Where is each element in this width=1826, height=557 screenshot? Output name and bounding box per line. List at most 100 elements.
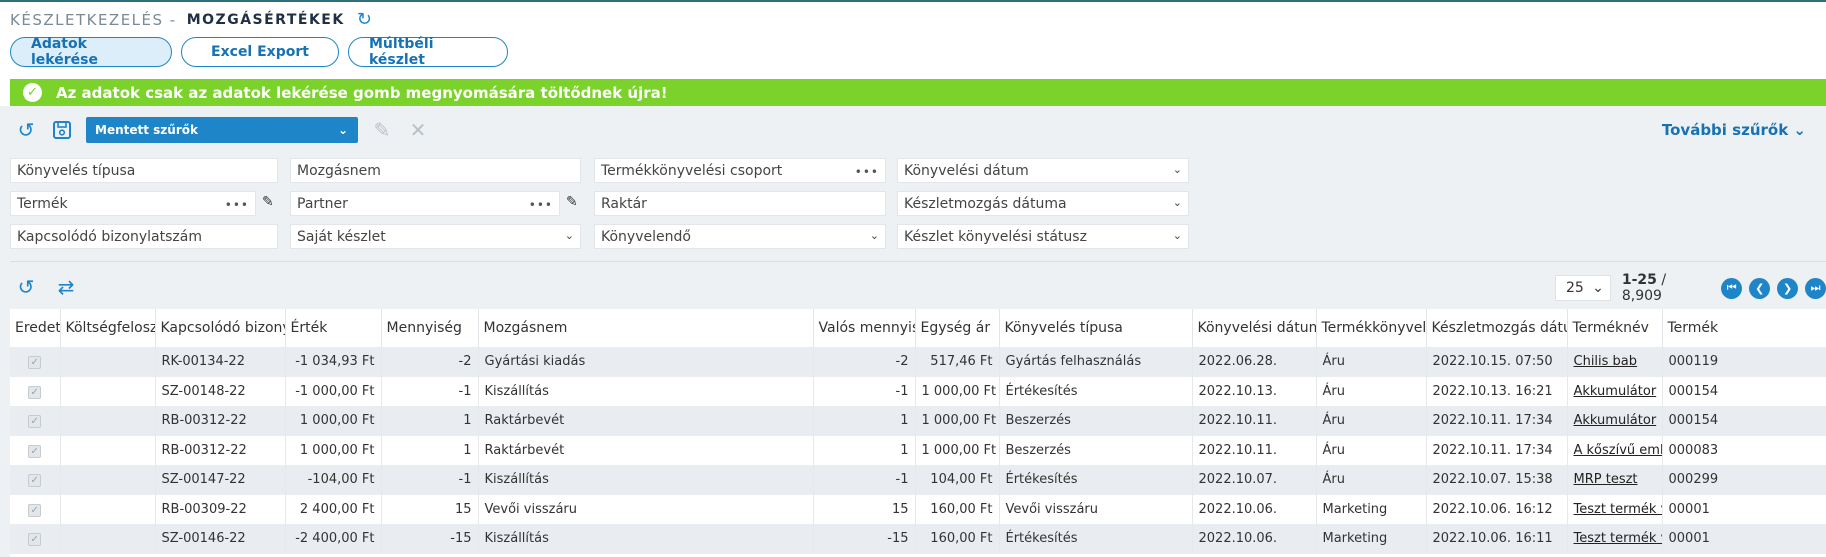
edit-icon[interactable]: ✎ [370,118,394,142]
product-link[interactable]: A kőszívű emb [1574,443,1662,458]
cell-cost-allocation [60,347,156,377]
ellipsis-icon[interactable]: ••• [529,198,553,212]
col-header[interactable]: Könyvelés típusa [999,309,1193,347]
edit-partner-icon[interactable]: ✎ [566,194,578,210]
table-row[interactable]: ✓ RB-00309-22 2 400,00 Ft 15 Vevői visszáru 1… [10,494,1826,524]
own-stock-placeholder: Saját készlet [297,228,386,245]
partner-field[interactable]: Partner ••• [290,191,560,216]
cell-mdate: 2022.10.07. 15:38 [1426,465,1568,495]
ellipsis-icon[interactable]: ••• [855,165,879,179]
saved-filters-select[interactable]: Mentett szűrők ⌄ [86,117,358,143]
cell-doc: SZ-00146-22 [155,524,286,554]
checkbox-icon: ✓ [28,533,42,547]
product-link[interactable]: Teszt termék v [1574,502,1662,517]
next-page-icon[interactable]: ❯ [1777,277,1799,299]
cell-group: Áru [1316,465,1427,495]
prev-page-icon[interactable]: ❮ [1749,277,1771,299]
table-row[interactable]: ✓ RB-00312-22 1 000,00 Ft 1 Raktárbevét 1 1 00… [10,406,1826,436]
col-header[interactable]: Terméknév [1567,309,1663,347]
table-row[interactable]: ✓ SZ-00147-22 -104,00 Ft -1 Kiszállítás -1 104… [10,465,1826,495]
col-header[interactable]: Készletmozgás dátum [1426,309,1568,347]
more-filters-toggle[interactable]: További szűrők ⌄ [1662,121,1806,139]
edit-product-icon[interactable]: ✎ [262,194,274,210]
cell-bdate: 2022.10.06. [1192,494,1317,524]
col-header[interactable]: Kapcsolódó bizonylat [155,309,286,347]
cell-group: Marketing [1316,494,1427,524]
table-row[interactable]: ✓ RK-00134-22 -1 034,93 Ft -2 Gyártási kiadá… [10,347,1826,377]
col-header[interactable]: Egység ár [915,309,1000,347]
cell-code: 000154 [1662,376,1826,406]
page-header: KÉSZLETKEZELÉS - MOZGÁSÉRTÉKEK ↻ [10,9,372,31]
product-link[interactable]: Akkumulátor [1574,384,1657,399]
cell-move: Kiszállítás [478,376,814,406]
chevron-down-icon: ⌄ [564,229,574,242]
col-header[interactable]: Mennyiség [381,309,479,347]
last-page-icon[interactable]: ⏭ [1805,277,1826,299]
cell-value: -1 000,00 Ft [285,376,382,406]
booking-date-field[interactable]: Könyvelési dátum ⌄ [897,158,1189,183]
chevron-down-icon: ⌄ [869,229,879,242]
chevron-down-icon: ⌄ [1592,280,1604,296]
to-book-select[interactable]: Könyvelendő ⌄ [594,224,886,249]
cell-product-name: Akkumulátor [1567,406,1663,436]
first-page-icon[interactable]: ⏮ [1721,277,1743,299]
warehouse-field[interactable]: Raktár [594,191,886,216]
table-header-row: Eredet Költségfeloszt Kapcsolódó bizonyl… [10,309,1826,347]
product-field[interactable]: Termék ••• [10,191,256,216]
col-header[interactable]: Mozgásnem [478,309,814,347]
table-row[interactable]: ✓ SZ-00148-22 -1 000,00 Ft -1 Kiszállítás -1 1… [10,376,1826,406]
cell-cost-allocation [60,465,156,495]
col-header[interactable]: Könyvelési dátum [1192,309,1317,347]
product-link[interactable]: Teszt termék v [1574,531,1662,546]
save-icon[interactable] [50,118,74,142]
reset-filter-icon[interactable]: ↺ [14,118,38,142]
col-header[interactable]: Eredet [10,309,61,347]
cell-btype: Vevői visszáru [999,494,1193,524]
cell-real: -1 [813,465,916,495]
booking-type-field[interactable]: Könyvelés típusa [10,158,278,183]
cell-real: 1 [813,435,916,465]
stock-status-select[interactable]: Készlet könyvelési státusz ⌄ [897,224,1189,249]
banner-text: Az adatok csak az adatok lekérése gomb m… [56,83,668,102]
warehouse-placeholder: Raktár [601,195,647,212]
movement-date-placeholder: Készletmozgás dátuma [904,195,1067,212]
product-link[interactable]: MRP teszt [1574,472,1638,487]
related-doc-field[interactable]: Kapcsolódó bizonylatszám [10,224,278,249]
info-banner: ✓ Az adatok csak az adatok lekérése gomb… [10,79,1826,106]
excel-export-button[interactable]: Excel Export [181,37,339,67]
cell-btype: Gyártás felhasználás [999,347,1193,377]
cell-group: Áru [1316,347,1427,377]
product-group-field[interactable]: Termékkönyvelési csoport ••• [594,158,886,183]
refresh-icon[interactable]: ↻ [357,11,372,29]
ellipsis-icon[interactable]: ••• [225,198,249,212]
table-row[interactable]: ✓ RB-00312-22 1 000,00 Ft 1 Raktárbevét 1 1 00… [10,435,1826,465]
col-header[interactable]: Valós mennyiség [813,309,916,347]
cell-value: -1 034,93 Ft [285,347,382,377]
page-size-select[interactable]: 25 ⌄ [1555,275,1611,301]
cell-mdate: 2022.10.06. 16:11 [1426,524,1568,554]
filter-toolbar: ↺ Mentett szűrők ⌄ ✎ ✕ [14,116,430,144]
past-stock-button[interactable]: Múltbéli készlet [348,36,508,68]
col-header[interactable]: Termék [1662,309,1826,347]
cell-origin: ✓ [10,524,61,554]
cell-code: 000299 [1662,465,1826,495]
cell-value: 1 000,00 Ft [285,435,382,465]
col-header[interactable]: Termékkönyvelési [1316,309,1427,347]
product-link[interactable]: Akkumulátor [1574,413,1657,428]
cell-unit: 517,46 Ft [915,347,1000,377]
delete-icon[interactable]: ✕ [406,118,430,142]
fetch-data-button[interactable]: Adatok lekérése [10,36,172,68]
cell-move: Gyártási kiadás [478,347,814,377]
cell-qty: 1 [381,406,479,436]
page-range-current: 1-25 [1621,272,1657,288]
movement-date-field[interactable]: Készletmozgás dátuma ⌄ [897,191,1189,216]
cell-group: Marketing [1316,524,1427,554]
col-header[interactable]: Költségfeloszt [60,309,156,347]
col-header[interactable]: Érték [285,309,382,347]
table-row[interactable]: ✓ SZ-00146-22 -2 400,00 Ft -15 Kiszállítás -1… [10,524,1826,554]
reload-icon[interactable]: ↺ [14,275,38,299]
own-stock-select[interactable]: Saját készlet ⌄ [290,224,581,249]
swap-columns-icon[interactable]: ⇄ [54,275,78,299]
movement-type-field[interactable]: Mozgásnem [290,158,581,183]
product-link[interactable]: Chilis bab [1574,354,1638,369]
